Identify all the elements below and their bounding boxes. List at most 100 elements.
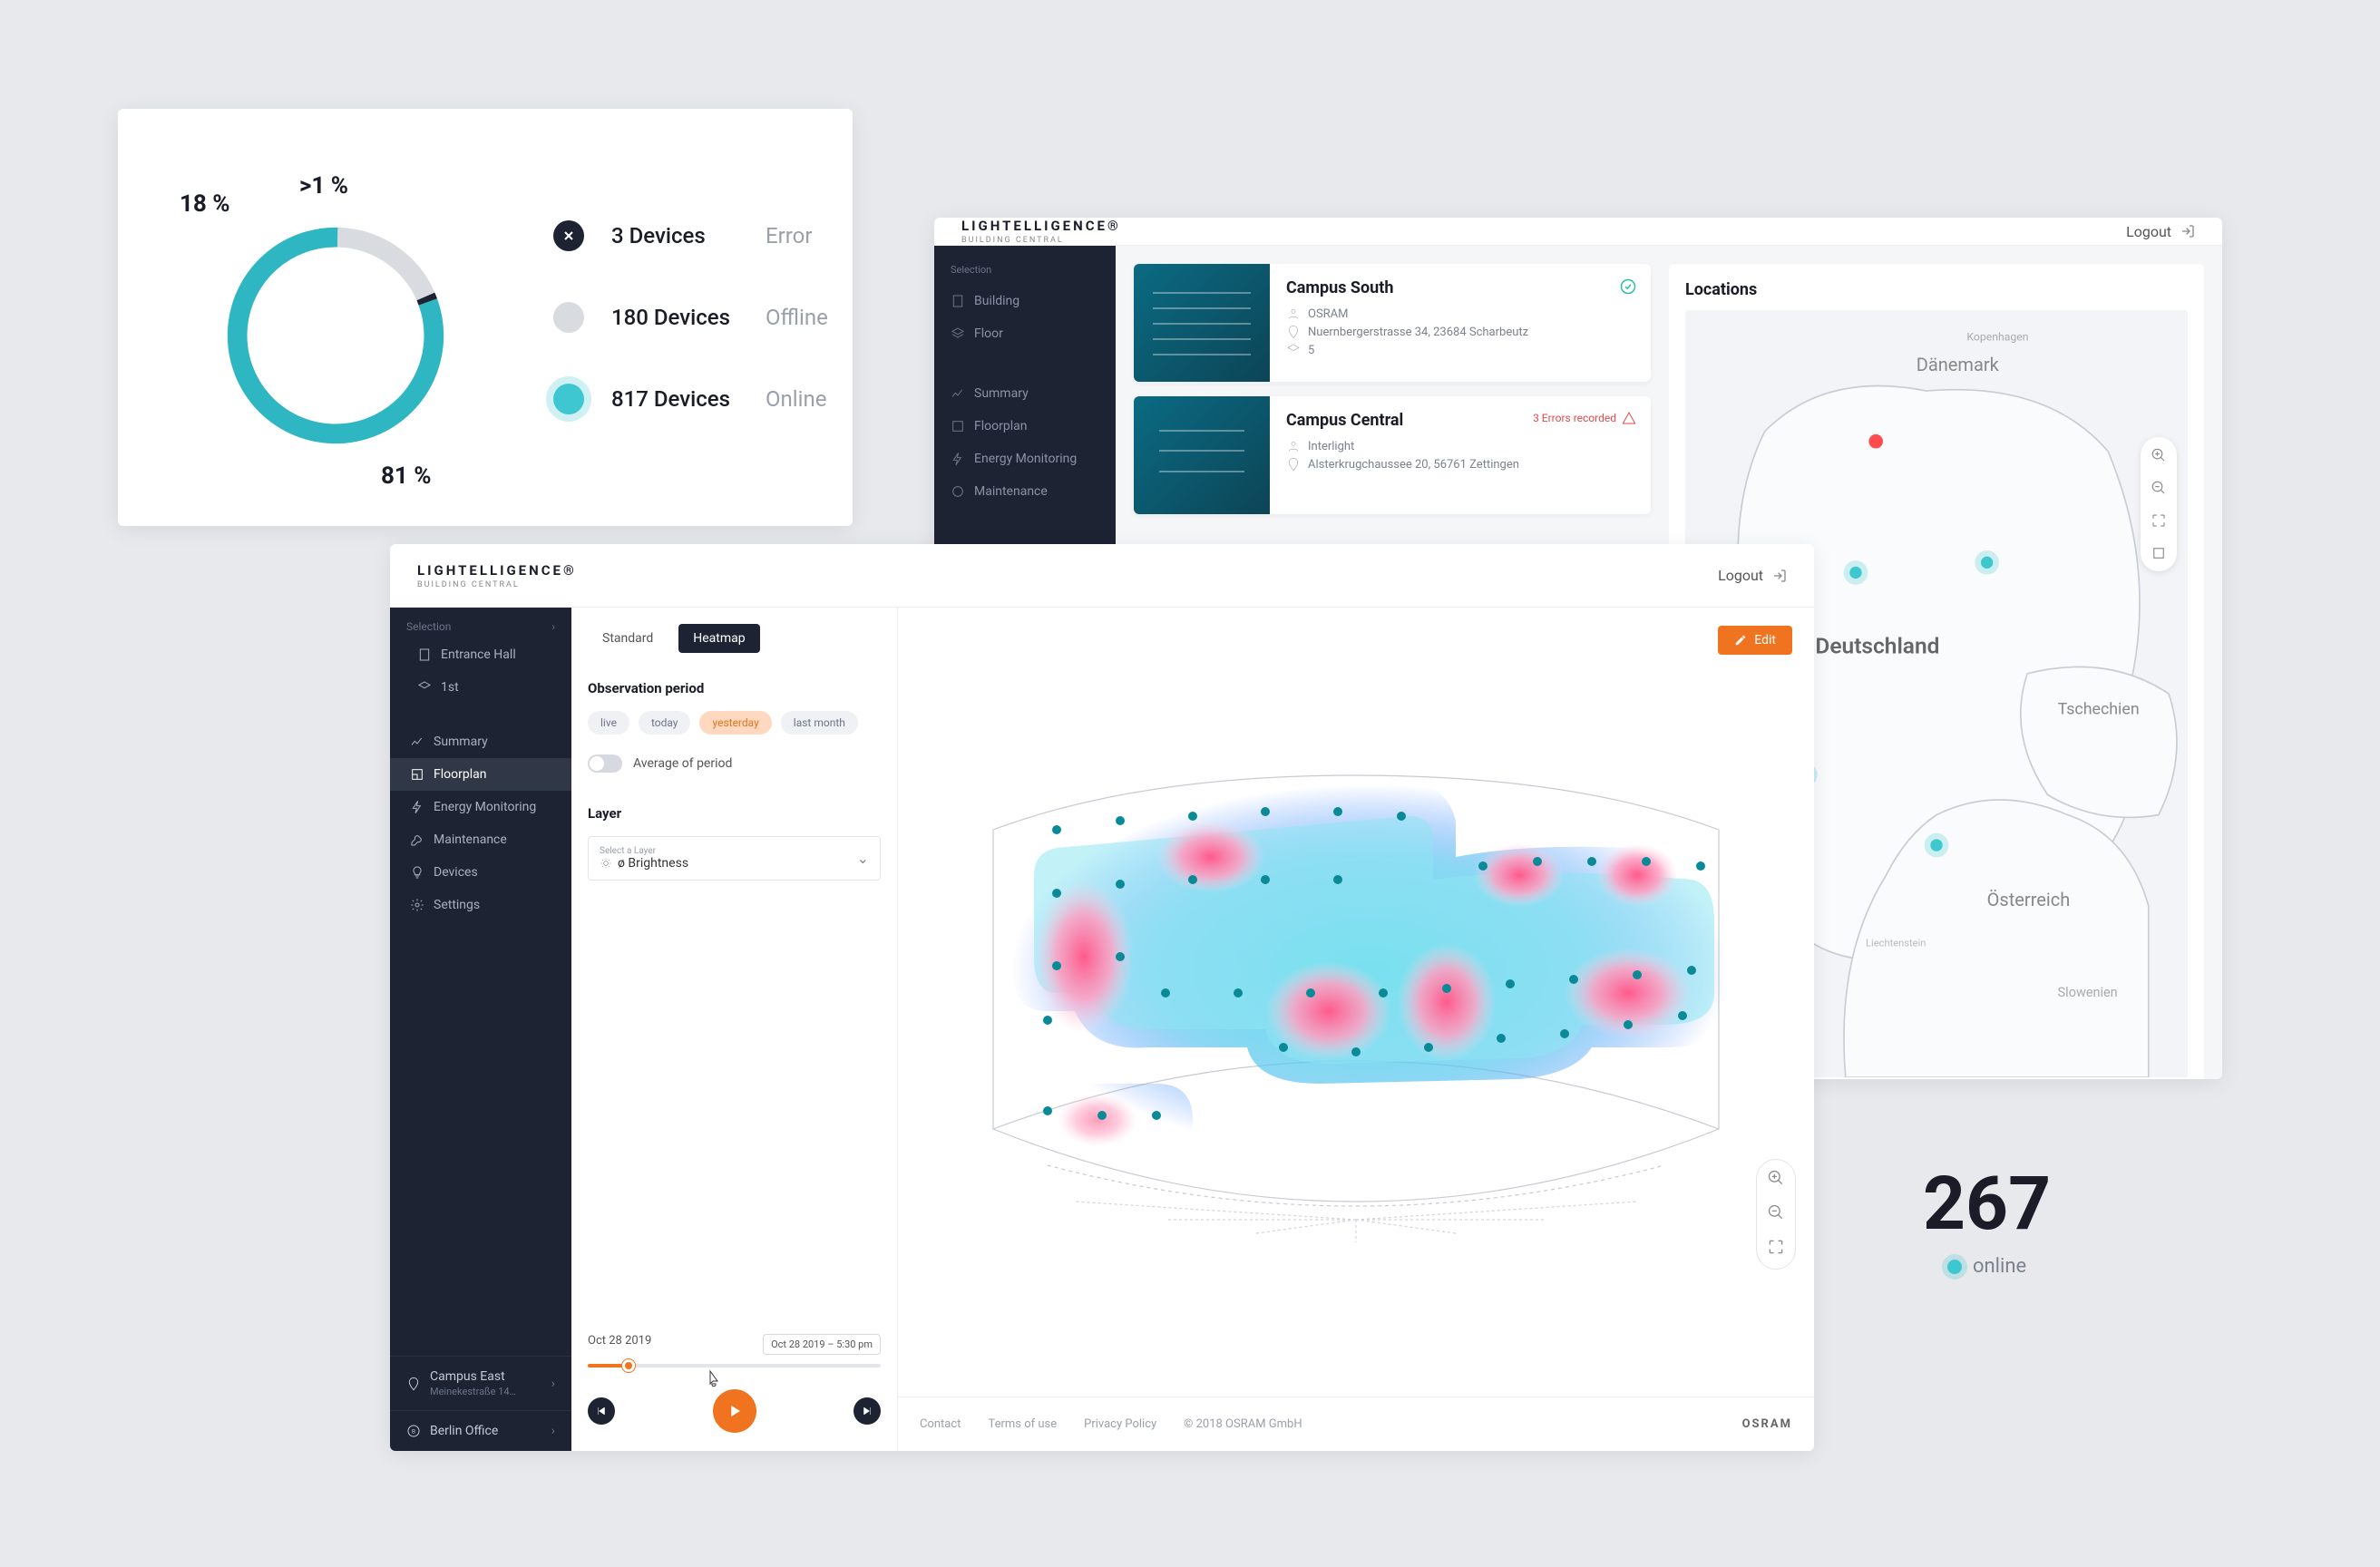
zoom-out-icon[interactable] [2148, 477, 2170, 499]
layer-select[interactable]: Select a Layer ø Brightness ⌄ [588, 836, 881, 881]
footer-contact[interactable]: Contact [920, 1417, 961, 1431]
legend-row-offline: 180 Devices Offline [553, 277, 853, 358]
chart-icon [410, 735, 424, 749]
sb-nav-energy[interactable]: Energy Monitoring [934, 443, 1116, 475]
location-org: OSRAM [1286, 307, 1634, 321]
footer-terms[interactable]: Terms of use [988, 1417, 1057, 1431]
front-sidebar: Selection › Entrance Hall 1st Summary Fl… [390, 608, 571, 1451]
sb-building[interactable]: Building [934, 285, 1116, 317]
heatmap-stage[interactable] [898, 608, 1814, 1397]
footer-brand: OSRAM [1742, 1417, 1792, 1431]
sb-nav-summary[interactable]: Summary [934, 377, 1116, 410]
org-circle-icon: B [406, 1424, 421, 1438]
pin-icon [1286, 325, 1301, 339]
recenter-icon[interactable] [2148, 510, 2170, 531]
chevron-down-icon: ⌄ [857, 850, 869, 867]
location-card[interactable]: Campus South OSRAM Nuernbergerstrasse 34… [1134, 264, 1651, 382]
zoom-in-icon[interactable] [1767, 1169, 1785, 1191]
pin-icon [406, 1377, 421, 1391]
zoom-in-icon[interactable] [2148, 444, 2170, 466]
nav-summary[interactable]: Summary [390, 725, 571, 758]
play-button[interactable] [713, 1389, 756, 1433]
pill-yesterday[interactable]: yesterday [699, 711, 771, 735]
brand: LIGHTELLIGENCE® BUILDING CENTRAL [417, 562, 577, 589]
view-tabs: Standard Heatmap [571, 608, 897, 664]
observation-title: Observation period [588, 680, 881, 696]
sun-icon [600, 857, 612, 870]
pill-last-month[interactable]: last month [781, 711, 858, 735]
tl-slider[interactable] [588, 1364, 881, 1367]
legend-online-count: 817 Devices [611, 386, 766, 412]
tl-tooltip: Oct 28 2019 – 5:30 pm [763, 1334, 881, 1355]
canvas-column: Edit [898, 608, 1814, 1451]
sb-campus[interactable]: Campus East Meinekestraße 14… › [390, 1356, 571, 1410]
brand-name: LIGHTELLIGENCE® [417, 562, 577, 579]
legend-offline-count: 180 Devices [611, 305, 766, 330]
building-icon [417, 647, 432, 662]
fullscreen-icon[interactable] [2148, 542, 2170, 564]
donut-offline-pct: 18 % [180, 190, 230, 218]
slider-thumb[interactable] [622, 1359, 635, 1372]
brand-sub: BUILDING CENTRAL [961, 236, 1121, 245]
nav-floorplan[interactable]: Floorplan [390, 758, 571, 791]
footer-privacy[interactable]: Privacy Policy [1084, 1417, 1156, 1431]
chevron-right-icon: › [551, 1424, 555, 1438]
sb-nav-floorplan[interactable]: Floorplan [934, 410, 1116, 443]
location-org: Interlight [1286, 439, 1634, 453]
device-legend: 3 Devices Error 180 Devices Offline 817 … [553, 195, 853, 440]
bolt-icon [410, 800, 424, 814]
location-thumb [1134, 264, 1270, 382]
legend-online-status: Online [766, 386, 826, 412]
nav-energy[interactable]: Energy Monitoring [390, 791, 571, 823]
logout-label: Logout [1718, 567, 1763, 584]
tl-start: Oct 28 2019 [588, 1334, 651, 1355]
nav-devices[interactable]: Devices [390, 856, 571, 889]
stage-controls [1756, 1159, 1796, 1270]
sb-office-name: Berlin Office [430, 1424, 498, 1438]
skip-back-button[interactable] [588, 1397, 615, 1425]
brand: LIGHTELLIGENCE® BUILDING CENTRAL [961, 218, 1121, 245]
skip-forward-button[interactable] [853, 1397, 881, 1425]
nav-maintenance[interactable]: Maintenance [390, 823, 571, 856]
donut-error-pct: >1 % [299, 172, 348, 200]
summary-icon [951, 386, 965, 401]
footer-copyright: © 2018 OSRAM GmbH [1184, 1417, 1302, 1431]
status-error: 3 Errors recorded [1533, 411, 1636, 425]
device-status-card: 18 % >1 % 81 % 3 Devices Error 180 Devic… [118, 109, 853, 526]
nav-settings[interactable]: Settings [390, 889, 571, 921]
location-addr: Nuernbergerstrasse 34, 23684 Scharbeutz [1286, 325, 1634, 339]
sb-office[interactable]: B Berlin Office › [390, 1410, 571, 1451]
location-card[interactable]: Campus Central Interlight Alsterkrugchau… [1134, 396, 1651, 514]
map-controls [2141, 437, 2177, 571]
recenter-icon[interactable] [1767, 1238, 1785, 1260]
avg-toggle[interactable] [588, 754, 622, 773]
sb-nav-maint[interactable]: Maintenance [934, 475, 1116, 508]
map-label-denmark: Dänemark [1917, 354, 2000, 375]
timeline: Oct 28 2019 Oct 28 2019 – 5:30 pm [571, 1323, 897, 1451]
logout-button[interactable]: Logout [2126, 223, 2195, 240]
sb-floor[interactable]: 1st [390, 671, 571, 704]
floors-icon [1286, 343, 1301, 357]
tab-standard[interactable]: Standard [588, 624, 668, 653]
wrench-icon [410, 832, 424, 847]
pin-icon [1286, 457, 1301, 472]
chevron-right-icon: › [551, 620, 555, 633]
pill-live[interactable]: live [588, 711, 629, 735]
svg-text:Kopenhagen: Kopenhagen [1966, 330, 2028, 343]
cursor-icon [705, 1369, 723, 1396]
legend-error-count: 3 Devices [611, 223, 766, 248]
layer-value: ø Brightness [600, 856, 688, 871]
period-pills: live today yesterday last month [588, 711, 881, 735]
sb-floor[interactable]: Floor [934, 317, 1116, 350]
sb-selection-header: Selection [934, 255, 1116, 285]
sb-building[interactable]: Entrance Hall [390, 638, 571, 671]
online-dot-icon [1947, 1260, 1962, 1274]
brand-name: LIGHTELLIGENCE® [961, 218, 1121, 234]
map-label-austria: Österreich [1987, 889, 2071, 910]
zoom-out-icon[interactable] [1767, 1203, 1785, 1225]
pill-today[interactable]: today [639, 711, 691, 735]
logout-button[interactable]: Logout [1718, 567, 1787, 584]
tab-heatmap[interactable]: Heatmap [678, 624, 759, 653]
sb-selection-header[interactable]: Selection › [390, 608, 571, 638]
map-title: Locations [1685, 280, 2188, 299]
